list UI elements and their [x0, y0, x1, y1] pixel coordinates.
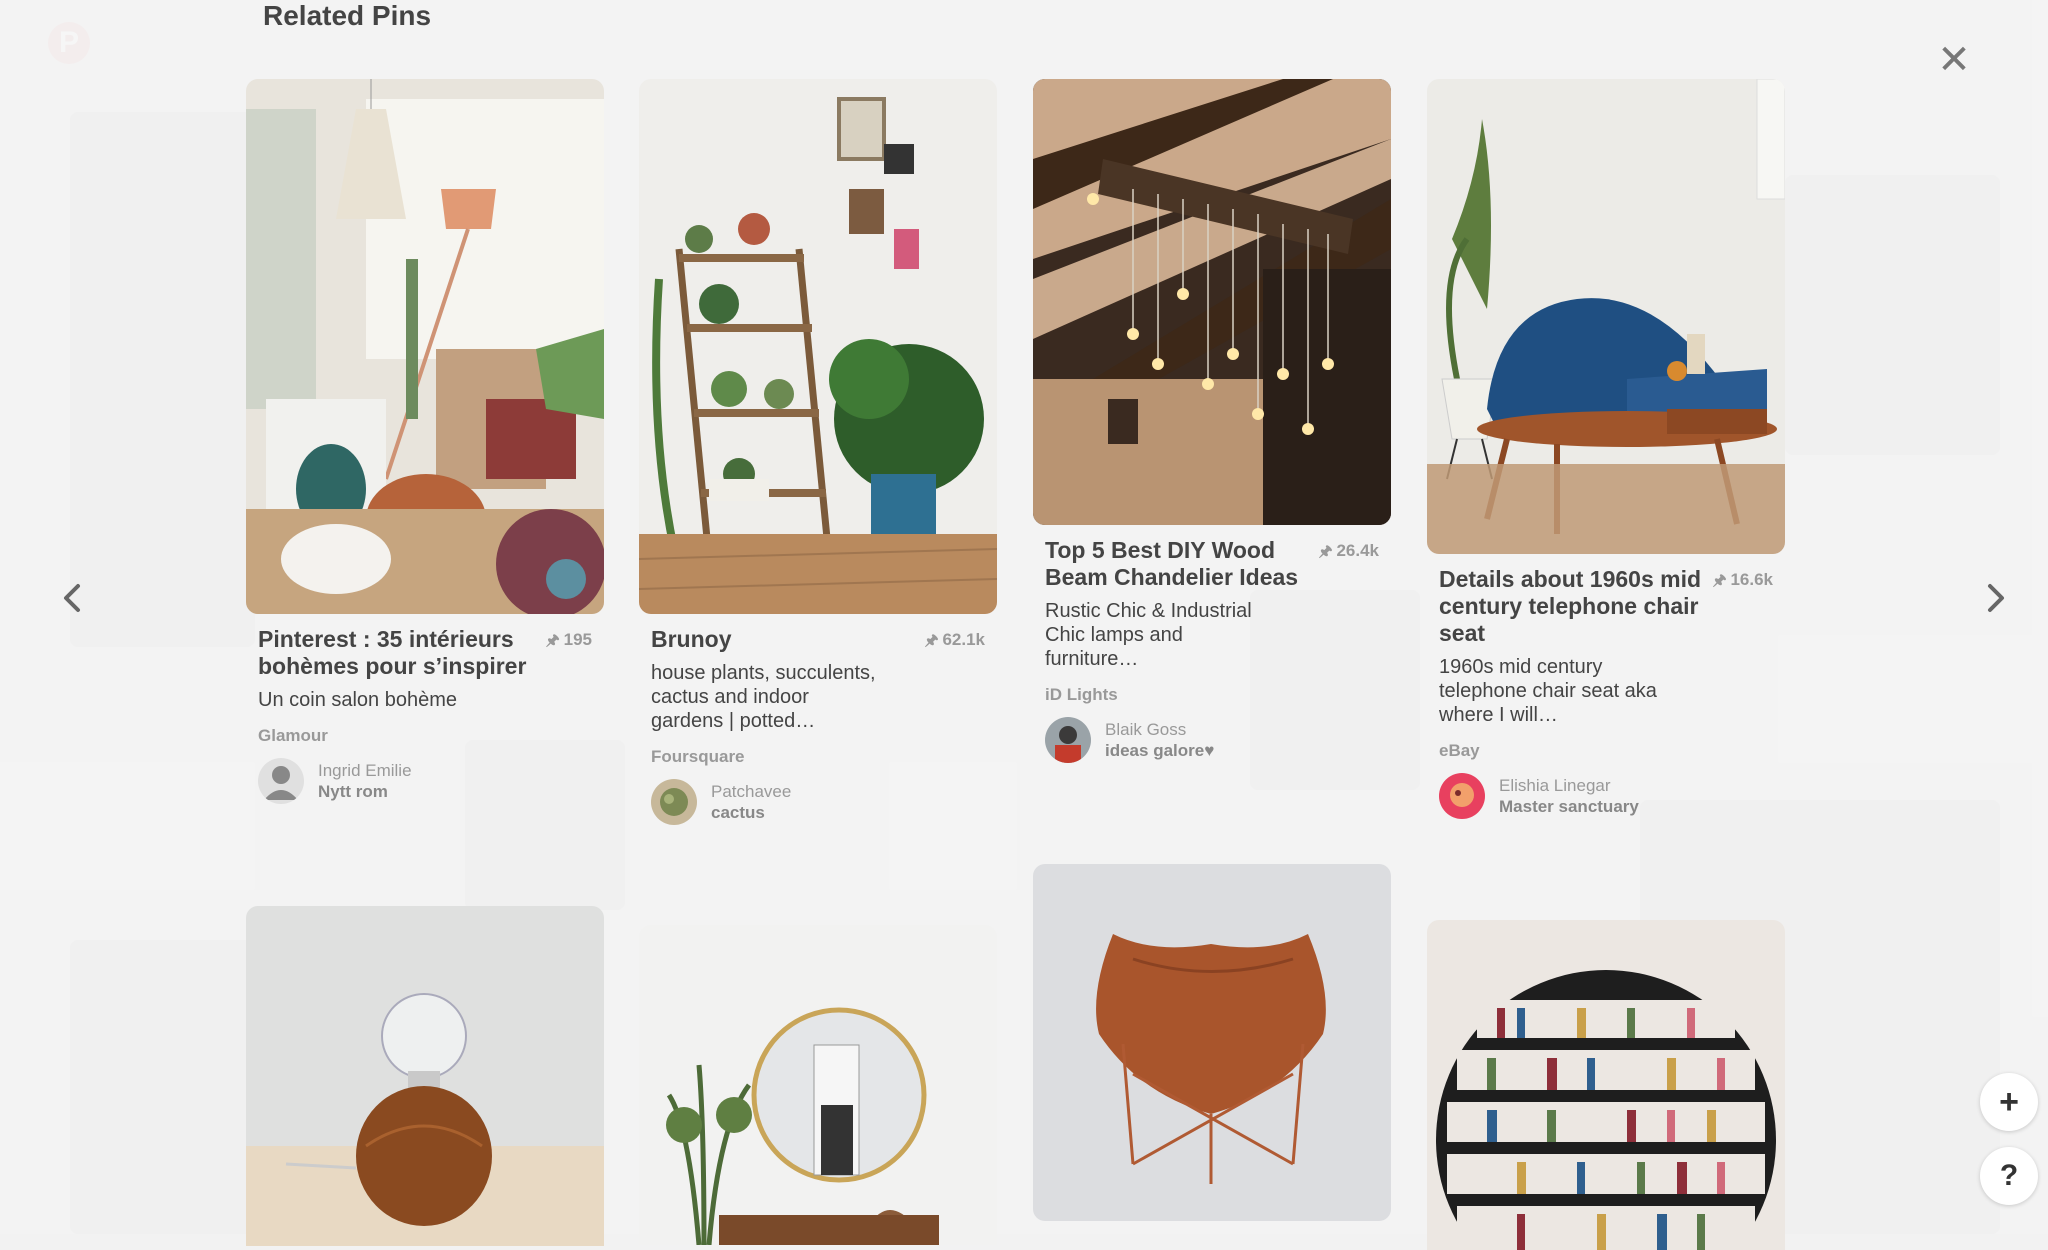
author-board[interactable]: ideas galore♥	[1105, 740, 1214, 761]
pin-source-link[interactable]: Foursquare	[651, 747, 985, 767]
pin-icon: 🖈	[1318, 543, 1333, 560]
pin-card[interactable]: Top 5 Best DIY Wood Beam Chandelier Idea…	[1033, 79, 1391, 763]
pin-description: 1960s mid century telephone chair seat a…	[1439, 656, 1657, 726]
pin-image-boho-living-room[interactable]	[246, 79, 604, 614]
pin-source-link[interactable]: iD Lights	[1045, 685, 1379, 705]
close-icon[interactable]: ✕	[1934, 40, 1974, 80]
pin-icon: 🖈	[1712, 572, 1727, 589]
pin-image-round-bookshelf[interactable]	[1427, 920, 1785, 1250]
pin-title[interactable]: Top 5 Best DIY Wood Beam Chandelier Idea…	[1045, 537, 1315, 591]
pin-title[interactable]: Pinterest : 35 intérieurs bohèmes pour s…	[258, 626, 528, 680]
avatar[interactable]	[1045, 717, 1091, 763]
pin-icon: 🖈	[924, 632, 939, 649]
pin-card[interactable]	[639, 925, 997, 1245]
pin-description: Un coin salon bohème	[258, 689, 458, 711]
avatar-default-icon[interactable]	[258, 758, 304, 804]
pin-image-round-mirror[interactable]	[639, 925, 997, 1245]
pin-saves-count: 🖈 62.1k	[925, 630, 985, 655]
question-icon[interactable]: ?	[1980, 1147, 2038, 1205]
author-board[interactable]: Nytt rom	[318, 781, 412, 802]
pin-description: Rustic Chic & Industrial Chic lamps and …	[1045, 600, 1252, 670]
pin-image-plant-ladder[interactable]	[639, 79, 997, 614]
pin-author[interactable]: Ingrid Emilie Nytt rom	[258, 758, 592, 804]
pin-author[interactable]: Blaik Goss ideas galore♥	[1045, 717, 1379, 763]
pin-title[interactable]: Brunoy	[651, 626, 921, 653]
pin-source-link[interactable]: eBay	[1439, 741, 1773, 761]
pin-title[interactable]: Details about 1960s mid century telephon…	[1439, 566, 1709, 647]
related-pins-heading: Related Pins	[263, 0, 432, 31]
saves-value: 16.6k	[1730, 570, 1773, 589]
plus-icon[interactable]: +	[1980, 1073, 2038, 1131]
pin-saves-count: 🖈 26.4k	[1319, 541, 1379, 566]
author-name[interactable]: Blaik Goss	[1105, 719, 1214, 740]
pin-source-link[interactable]: Glamour	[258, 726, 592, 746]
pin-description: house plants, succulents, cactus and ind…	[651, 662, 876, 732]
pin-icon: 🖈	[545, 632, 560, 649]
pin-image-wood-beam-chandelier[interactable]	[1033, 79, 1391, 525]
pin-image-wood-lamp[interactable]	[246, 906, 604, 1246]
author-name[interactable]: Ingrid Emilie	[318, 760, 412, 781]
pin-image-butterfly-chair[interactable]	[1033, 864, 1391, 1221]
chevron-left-icon[interactable]	[52, 568, 92, 628]
author-board[interactable]: cactus	[711, 802, 791, 823]
author-board[interactable]: Master sanctuary	[1499, 796, 1639, 817]
avatar[interactable]	[1439, 773, 1485, 819]
pin-saves-count: 🖈 16.6k	[1713, 570, 1773, 595]
pin-card[interactable]: Pinterest : 35 intérieurs bohèmes pour s…	[246, 79, 604, 804]
chevron-right-icon[interactable]	[1976, 568, 2016, 628]
pin-card[interactable]: Brunoy 🖈 62.1k house plants, succulents, …	[639, 79, 997, 825]
avatar[interactable]	[651, 779, 697, 825]
saves-value: 195	[563, 630, 592, 649]
pin-author[interactable]: Patchavee cactus	[651, 779, 985, 825]
pin-card[interactable]	[1033, 864, 1391, 1221]
author-name[interactable]: Elishia Linegar	[1499, 775, 1639, 796]
pin-card[interactable]: Details about 1960s mid century telephon…	[1427, 79, 1785, 819]
pin-image-telephone-chair[interactable]	[1427, 79, 1785, 554]
saves-value: 26.4k	[1336, 541, 1379, 560]
pin-card[interactable]	[246, 906, 604, 1246]
pin-card[interactable]	[1427, 920, 1785, 1250]
pin-author[interactable]: Elishia Linegar Master sanctuary	[1439, 773, 1773, 819]
pin-saves-count: 🖈 195	[546, 630, 592, 655]
saves-value: 62.1k	[942, 630, 985, 649]
author-name[interactable]: Patchavee	[711, 781, 791, 802]
